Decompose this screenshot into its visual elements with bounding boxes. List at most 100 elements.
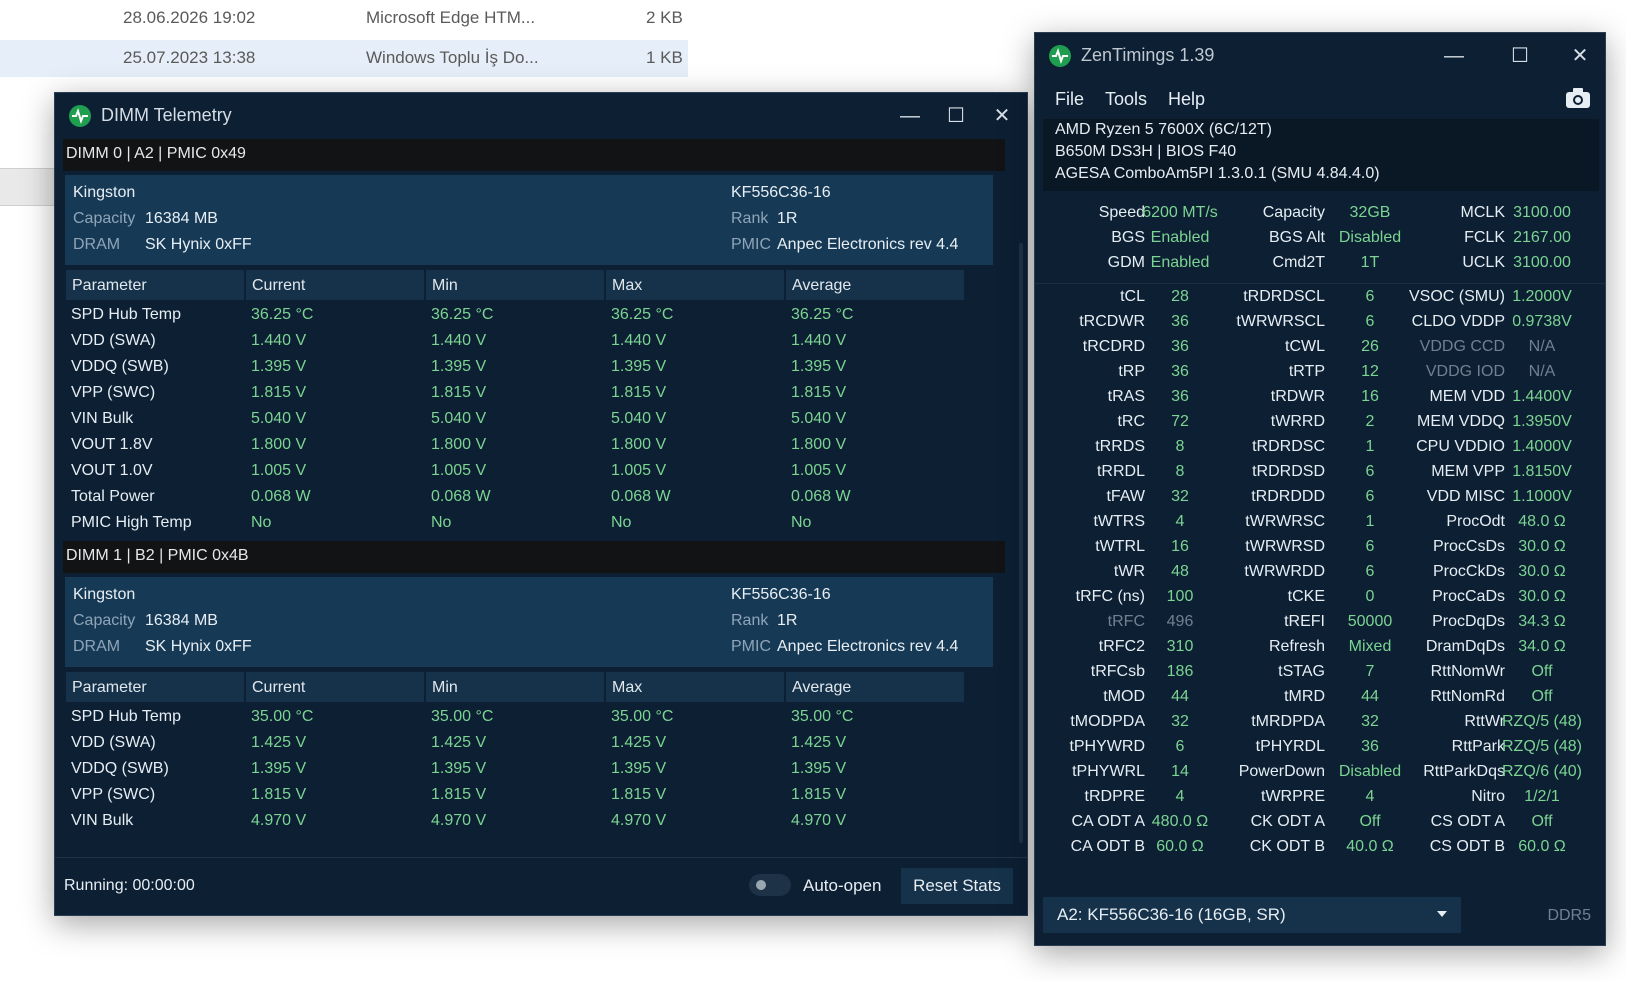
- timing-label: tFAW: [1106, 488, 1145, 505]
- value-current: 35.00 °C: [251, 708, 314, 725]
- timing-label: VSOC (SMU): [1409, 288, 1505, 305]
- dimm-0-header: DIMM 0 | A2 | PMIC 0x49: [63, 139, 1005, 171]
- file-date: 28.06.2026 19:02: [123, 8, 256, 27]
- timing-value: 1.8150V: [1512, 463, 1572, 480]
- timing-value: 44: [1171, 688, 1189, 705]
- col-max[interactable]: Max: [605, 671, 785, 703]
- value-avg: 1.395 V: [791, 760, 847, 777]
- col-parameter[interactable]: Parameter: [65, 671, 245, 703]
- parameter-name: VPP (SWC): [71, 384, 156, 401]
- timing-label: tRDRDDD: [1251, 488, 1325, 505]
- minimize-button[interactable]: —: [1431, 41, 1477, 71]
- value-current: 1.395 V: [251, 358, 307, 375]
- pmic-label: PMIC: [731, 236, 771, 253]
- timing-row: tRRDS 8 tRDRDSC 1 CPU VDDIO 1.4000V: [1035, 436, 1605, 462]
- parameter-name: VPP (SWC): [71, 786, 156, 803]
- rank-value: 1R: [777, 210, 798, 227]
- timing-row: tRP 36 tRTP 12 VDDG IOD N/A: [1035, 361, 1605, 387]
- parameter-name: VIN Bulk: [71, 812, 134, 829]
- explorer-sidebar-item[interactable]: [0, 168, 54, 206]
- timing-row: GDM Enabled Cmd2T 1T UCLK 3100.00: [1035, 252, 1605, 278]
- maximize-button[interactable]: ☐: [933, 101, 979, 131]
- timing-label: tPHYRDL: [1255, 738, 1325, 755]
- value-max: 1.800 V: [611, 436, 667, 453]
- timing-row: tRC 72 tWRRD 2 MEM VDDQ 1.3950V: [1035, 411, 1605, 437]
- file-row-selected[interactable]: 25.07.2023 13:38 Windows Toplu İş Do... …: [0, 40, 688, 77]
- timing-label: tRP: [1118, 363, 1145, 380]
- timing-row: tRDPRE 4 tWRPRE 4 Nitro 1/2/1: [1035, 786, 1605, 812]
- col-average[interactable]: Average: [785, 269, 965, 301]
- timing-row: tPHYWRD 6 tPHYRDL 36 RttPark RZQ/5 (48): [1035, 736, 1605, 762]
- table-row: VPP (SWC) 1.815 V 1.815 V 1.815 V 1.815 V: [65, 381, 993, 408]
- capacity-label: Capacity: [73, 612, 136, 629]
- dimm-select-dropdown[interactable]: A2: KF556C36-16 (16GB, SR): [1043, 897, 1461, 933]
- timing-label: CLDO VDDP: [1411, 313, 1505, 330]
- timing-label: tRDRDSD: [1252, 463, 1325, 480]
- timing-label: tWRPRE: [1261, 788, 1325, 805]
- table-row: VDD (SWA) 1.425 V 1.425 V 1.425 V 1.425 V: [65, 731, 993, 758]
- value-min: 1.815 V: [431, 786, 487, 803]
- timing-value: 32: [1171, 713, 1189, 730]
- value-current: 1.815 V: [251, 786, 307, 803]
- agesa-version: AGESA ComboAm5PI 1.3.0.1 (SMU 4.84.4.0): [1055, 165, 1380, 182]
- timing-value: 4: [1175, 788, 1185, 805]
- value-current: 1.425 V: [251, 734, 307, 751]
- col-max[interactable]: Max: [605, 269, 785, 301]
- timing-value: 72: [1171, 413, 1189, 430]
- vertical-scrollbar[interactable]: [1019, 243, 1023, 843]
- table-row: VOUT 1.8V 1.800 V 1.800 V 1.800 V 1.800 V: [65, 433, 993, 460]
- title-bar[interactable]: DIMM Telemetry — ☐ ✕: [55, 93, 1027, 139]
- divider: [1035, 283, 1605, 284]
- timing-label: CS ODT B: [1429, 838, 1505, 855]
- col-min[interactable]: Min: [425, 269, 605, 301]
- auto-open-toggle[interactable]: [749, 874, 791, 896]
- menu-file[interactable]: File: [1055, 89, 1084, 110]
- timing-value: 3100.00: [1513, 204, 1571, 221]
- timing-label: RttNomRd: [1430, 688, 1505, 705]
- menu-help[interactable]: Help: [1168, 89, 1205, 110]
- close-button[interactable]: ✕: [979, 101, 1025, 131]
- value-min: 5.040 V: [431, 410, 487, 427]
- timing-label: GDM: [1107, 254, 1145, 271]
- value-current: No: [251, 514, 272, 531]
- value-max: 1.425 V: [611, 734, 667, 751]
- value-max: 1.440 V: [611, 332, 667, 349]
- timing-label: RttWr: [1464, 713, 1505, 730]
- timing-label: tMOD: [1103, 688, 1145, 705]
- timing-label: ProcCkDs: [1432, 563, 1505, 580]
- chevron-down-icon: [1437, 911, 1447, 917]
- timing-label: BGS: [1111, 229, 1145, 246]
- minimize-button[interactable]: —: [887, 101, 933, 131]
- file-row[interactable]: 28.06.2026 19:02 Microsoft Edge HTM... 2…: [0, 0, 688, 37]
- timing-value: 8: [1175, 463, 1185, 480]
- window-title: DIMM Telemetry: [101, 105, 232, 125]
- timing-label: CK ODT A: [1250, 813, 1325, 830]
- col-parameter[interactable]: Parameter: [65, 269, 245, 301]
- col-min[interactable]: Min: [425, 671, 605, 703]
- col-current[interactable]: Current: [245, 269, 425, 301]
- value-avg: 35.00 °C: [791, 708, 854, 725]
- col-average[interactable]: Average: [785, 671, 965, 703]
- camera-icon[interactable]: [1565, 87, 1591, 114]
- timing-label: tMRDPDA: [1251, 713, 1325, 730]
- maximize-button[interactable]: ☐: [1497, 41, 1543, 71]
- cpu-name: AMD Ryzen 5 7600X (6C/12T): [1055, 121, 1272, 138]
- col-current[interactable]: Current: [245, 671, 425, 703]
- timing-value: 1.1000V: [1512, 488, 1572, 505]
- parameter-name: VDDQ (SWB): [71, 358, 169, 375]
- timing-label: MEM VDDQ: [1417, 413, 1505, 430]
- value-min: No: [431, 514, 452, 531]
- timing-value: 6200 MT/s: [1142, 204, 1218, 221]
- parameter-name: VDDQ (SWB): [71, 760, 169, 777]
- value-avg: 5.040 V: [791, 410, 847, 427]
- timing-label: VDDG IOD: [1425, 363, 1505, 380]
- reset-stats-button[interactable]: Reset Stats: [901, 868, 1013, 904]
- timing-label: tMODPDA: [1070, 713, 1145, 730]
- table-row: Total Power 0.068 W 0.068 W 0.068 W 0.068 W: [65, 485, 993, 512]
- timing-label: Cmd2T: [1272, 254, 1325, 271]
- pmic-value: Anpec Electronics rev 4.4: [777, 638, 959, 655]
- menu-tools[interactable]: Tools: [1105, 89, 1147, 110]
- close-button[interactable]: ✕: [1557, 41, 1603, 71]
- title-bar[interactable]: ZenTimings 1.39 — ☐ ✕: [1035, 33, 1605, 79]
- timing-value: 186: [1166, 663, 1194, 680]
